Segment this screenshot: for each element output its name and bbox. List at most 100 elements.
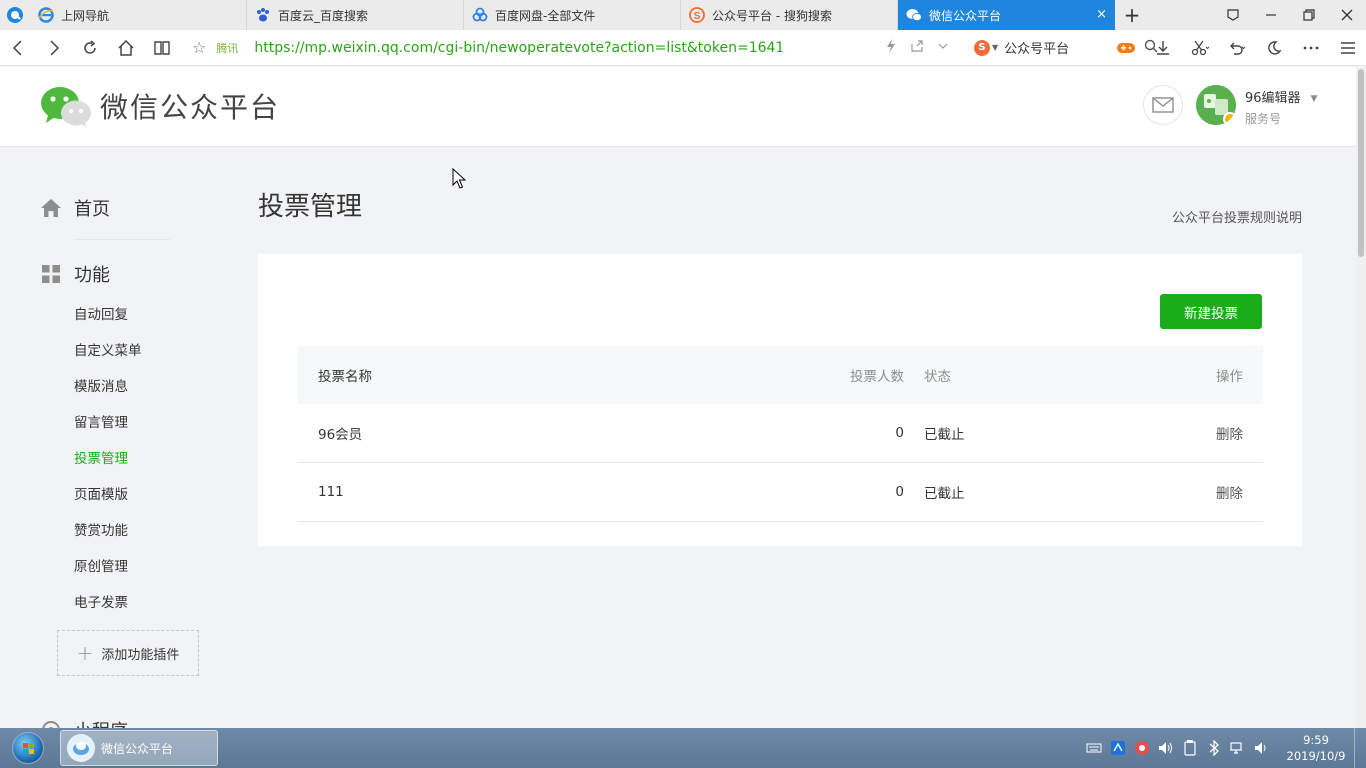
sidebar-item-votes[interactable]: 投票管理 bbox=[74, 447, 142, 483]
delete-vote-link[interactable]: 删除 bbox=[1054, 482, 1263, 502]
reading-mode-icon[interactable] bbox=[144, 30, 180, 66]
start-button[interactable] bbox=[0, 728, 56, 768]
plus-icon: + bbox=[76, 641, 94, 665]
tab-title: 百度网盘-全部文件 bbox=[495, 8, 596, 23]
restore-icon[interactable] bbox=[1290, 0, 1328, 30]
device-icon[interactable] bbox=[1182, 740, 1198, 756]
site-logo[interactable]: 微信公众平台 bbox=[40, 85, 280, 127]
tray-icons bbox=[1086, 740, 1270, 756]
engine-dropdown-icon[interactable]: ▼ bbox=[992, 43, 998, 52]
column-header-count: 投票人数 bbox=[850, 369, 904, 385]
vote-name[interactable]: 111 bbox=[298, 484, 688, 500]
show-desktop-button[interactable] bbox=[1354, 728, 1366, 768]
sidebar-item-home[interactable]: 首页 bbox=[40, 195, 110, 221]
sidebar-item-reward[interactable]: 赞赏功能 bbox=[74, 519, 142, 555]
sidebar-function-label: 功能 bbox=[74, 265, 110, 286]
sogou-icon: S bbox=[689, 7, 705, 23]
sidebar-item-auto-reply[interactable]: 自动回复 bbox=[74, 303, 142, 339]
new-tab-button[interactable]: + bbox=[1115, 0, 1149, 30]
sidebar-divider bbox=[74, 239, 170, 240]
tab-baidu-search[interactable]: 百度云_百度搜索 bbox=[247, 0, 464, 30]
column-header-name: 投票名称 bbox=[318, 369, 372, 385]
bookmark-star-icon[interactable]: ☆ bbox=[192, 38, 206, 57]
windows-orb-icon bbox=[12, 732, 44, 764]
table-row: 96会员 0 已截止 删除 bbox=[298, 404, 1263, 463]
tab-title: 公众号平台 - 搜狗搜索 bbox=[712, 8, 832, 23]
grid-icon bbox=[40, 263, 62, 285]
tab-close-icon[interactable]: × bbox=[1096, 7, 1107, 22]
sidebar-item-custom-menu[interactable]: 自定义菜单 bbox=[74, 339, 142, 375]
sidebar-item-page-template[interactable]: 页面模版 bbox=[74, 483, 142, 519]
vote-status: 已截止 bbox=[924, 427, 965, 443]
download-icon[interactable] bbox=[1144, 40, 1181, 56]
new-vote-button[interactable]: 新建投票 bbox=[1160, 294, 1262, 329]
vote-rules-link[interactable]: 公众平台投票规则说明 bbox=[1172, 207, 1302, 226]
vote-list-card: 新建投票 投票名称 投票人数 状态 操作 96会员 0 已截止 删除 111 0… bbox=[258, 254, 1302, 546]
baidu-pan-icon bbox=[472, 7, 488, 23]
home-icon[interactable] bbox=[108, 30, 144, 66]
add-plugin-label: 添加功能插件 bbox=[101, 647, 180, 663]
page-title: 投票管理 bbox=[258, 192, 363, 222]
keyboard-icon[interactable] bbox=[1086, 740, 1102, 756]
pin-window-icon[interactable] bbox=[1214, 0, 1252, 30]
mail-icon bbox=[1152, 97, 1174, 113]
sogou-engine-icon[interactable]: S bbox=[974, 39, 990, 56]
baidu-paw-icon bbox=[255, 7, 271, 23]
scrollbar-thumb[interactable] bbox=[1358, 69, 1364, 257]
browser-tools bbox=[1107, 30, 1366, 66]
sidebar-item-e-invoice[interactable]: 电子发票 bbox=[74, 591, 142, 627]
mp-header: 微信公众平台 96编辑器 服务号 ▼ bbox=[0, 67, 1356, 147]
menu-icon[interactable] bbox=[1329, 41, 1366, 55]
account-type: 服务号 bbox=[1245, 112, 1282, 126]
vote-name[interactable]: 96会员 bbox=[298, 423, 688, 443]
volume-icon[interactable] bbox=[1158, 740, 1174, 756]
sidebar-section-function[interactable]: 功能 bbox=[40, 261, 110, 287]
taskbar-window-button[interactable]: 微信公众平台 bbox=[60, 730, 218, 766]
screenshot-scissors-icon[interactable] bbox=[1181, 40, 1218, 56]
add-plugin-button[interactable]: + 添加功能插件 bbox=[57, 630, 199, 676]
more-icon[interactable] bbox=[1292, 46, 1329, 50]
back-icon[interactable] bbox=[0, 30, 36, 66]
account-menu[interactable]: 96编辑器 服务号 ▼ bbox=[1196, 85, 1317, 127]
tencent-label: 腾讯 bbox=[216, 41, 239, 55]
column-header-status: 状态 bbox=[924, 369, 951, 385]
delete-vote-link[interactable]: 删除 bbox=[1054, 423, 1263, 443]
page-scrollbar[interactable] bbox=[1356, 67, 1366, 728]
share-icon[interactable] bbox=[910, 39, 924, 57]
table-header: 投票名称 投票人数 状态 操作 bbox=[298, 346, 1263, 404]
security-app-icon[interactable] bbox=[1134, 740, 1150, 756]
url-text[interactable]: https://mp.weixin.qq.com/cgi-bin/newoper… bbox=[254, 40, 782, 56]
wechat-icon bbox=[906, 7, 922, 23]
browser-logo-icon[interactable] bbox=[0, 0, 30, 30]
site-name: 微信公众平台 bbox=[100, 91, 281, 124]
minimize-icon[interactable] bbox=[1252, 0, 1290, 30]
sidebar-item-original[interactable]: 原创管理 bbox=[74, 555, 142, 591]
bluetooth-icon[interactable] bbox=[1206, 740, 1222, 756]
svg-text:S: S bbox=[694, 11, 701, 22]
sidebar-item-template-message[interactable]: 模版消息 bbox=[74, 375, 142, 411]
sidebar-item-comments[interactable]: 留言管理 bbox=[74, 411, 142, 447]
url-tools bbox=[886, 38, 948, 57]
night-mode-icon[interactable] bbox=[1255, 40, 1292, 56]
network-icon[interactable] bbox=[1230, 740, 1246, 756]
clock[interactable]: 9:59 2019/10/9 bbox=[1286, 732, 1346, 764]
url-bar[interactable]: ☆ 腾讯 https://mp.weixin.qq.com/cgi-bin/ne… bbox=[192, 38, 872, 57]
close-window-icon[interactable] bbox=[1328, 0, 1366, 30]
flash-icon[interactable] bbox=[886, 38, 896, 57]
avatar[interactable] bbox=[1196, 85, 1236, 125]
sync-app-icon[interactable] bbox=[1110, 740, 1126, 756]
messages-button[interactable] bbox=[1143, 85, 1183, 125]
refresh-icon[interactable] bbox=[72, 30, 108, 66]
forward-icon[interactable] bbox=[36, 30, 72, 66]
speaker-icon[interactable] bbox=[1254, 740, 1270, 756]
undo-close-icon[interactable] bbox=[1218, 40, 1255, 56]
tab-title: 上网导航 bbox=[61, 8, 110, 23]
chevron-down-icon[interactable]: ▼ bbox=[1311, 94, 1318, 104]
tab-navigation[interactable]: 上网导航 bbox=[30, 0, 247, 30]
url-dropdown-icon[interactable] bbox=[938, 40, 948, 55]
tab-sogou-search[interactable]: S 公众号平台 - 搜狗搜索 bbox=[681, 0, 898, 30]
vote-status: 已截止 bbox=[924, 486, 965, 502]
game-icon[interactable] bbox=[1107, 41, 1144, 55]
tab-wechat-mp[interactable]: 微信公众平台 × bbox=[898, 0, 1115, 30]
tab-baidu-pan[interactable]: 百度网盘-全部文件 bbox=[464, 0, 681, 30]
